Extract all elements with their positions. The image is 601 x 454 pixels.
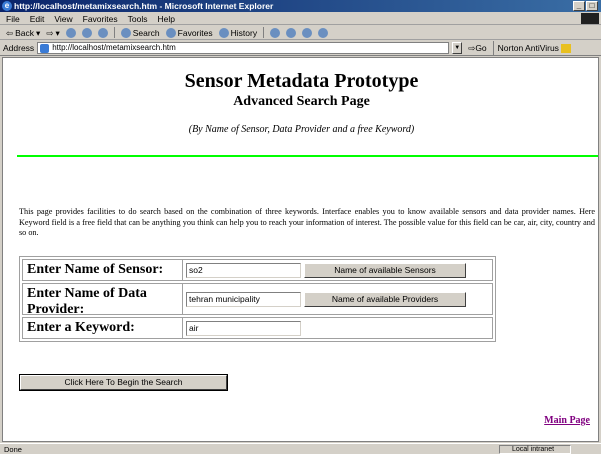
back-button[interactable]: ⇦ Back ▾ — [6, 26, 40, 40]
minimize-button[interactable]: _ — [573, 1, 585, 11]
back-label: Back — [15, 27, 35, 38]
back-arrow-icon: ⇦ — [6, 27, 14, 38]
address-bar: Address http://localhost/metamixsearch.h… — [0, 40, 601, 56]
sensor-row: Enter Name of Sensor: so2 Name of availa… — [22, 259, 493, 281]
refresh-icon[interactable] — [81, 27, 92, 38]
history-button[interactable]: History — [218, 26, 258, 40]
favorites-icon — [165, 27, 176, 38]
menu-favorites[interactable]: Favorites — [83, 13, 118, 24]
security-zone: Local intranet — [499, 445, 571, 454]
search-button[interactable]: Search — [120, 26, 160, 40]
favorites-button[interactable]: Favorites — [165, 26, 213, 40]
provider-input[interactable]: tehran municipality — [186, 291, 301, 307]
address-url: http://localhost/metamixsearch.htm — [52, 43, 176, 52]
norton-icon — [561, 43, 572, 53]
search-icon — [120, 27, 131, 38]
dropdown-icon: ▾ — [55, 27, 60, 38]
windows-logo-icon — [581, 13, 599, 24]
norton-label: Norton AntiVirus — [497, 42, 559, 53]
menu-bar: File Edit View Favorites Tools Help — [0, 13, 601, 25]
page-description: This page provides facilities to do sear… — [19, 207, 595, 237]
forward-button[interactable]: ⇨ ▾ — [46, 26, 59, 40]
go-label: Go — [475, 42, 487, 53]
menu-help[interactable]: Help — [157, 13, 174, 24]
forward-arrow-icon: ⇨ — [46, 27, 54, 38]
search-label: Search — [132, 27, 160, 38]
address-input[interactable]: http://localhost/metamixsearch.htm — [37, 42, 450, 54]
begin-search-button[interactable]: Click Here To Begin the Search — [19, 374, 228, 391]
history-icon — [218, 27, 229, 38]
dropdown-icon: ▾ — [36, 27, 41, 38]
status-bar: Done Local intranet — [0, 443, 601, 454]
history-label: History — [230, 27, 258, 38]
page-title: Sensor Metadata Prototype — [184, 70, 419, 92]
keyword-input[interactable]: air — [186, 320, 301, 336]
menu-tools[interactable]: Tools — [128, 13, 148, 24]
page-content: Sensor Metadata Prototype Advanced Searc… — [2, 57, 599, 442]
search-form-table: Enter Name of Sensor: so2 Name of availa… — [19, 256, 496, 342]
provider-label: Enter Name of Data Provider: — [23, 284, 183, 317]
address-dropdown[interactable]: ▼ — [452, 42, 463, 54]
mail-icon[interactable] — [270, 27, 281, 38]
divider — [17, 155, 598, 157]
home-icon[interactable] — [97, 27, 108, 38]
page-subtitle: Advanced Search Page — [233, 94, 370, 109]
window-title: http://localhost/metamixsearch.htm - Mic… — [14, 1, 274, 11]
page-icon — [40, 44, 50, 53]
sensor-label: Enter Name of Sensor: — [23, 260, 183, 280]
available-sensors-button[interactable]: Name of available Sensors — [304, 262, 466, 278]
address-label: Address — [3, 42, 35, 53]
toolbar-separator — [113, 27, 115, 38]
provider-row: Enter Name of Data Provider: tehran muni… — [22, 283, 493, 317]
favorites-label: Favorites — [177, 27, 213, 38]
keyword-label: Enter a Keyword: — [23, 318, 183, 338]
maximize-button[interactable]: □ — [586, 1, 598, 11]
internet-explorer-icon: e — [2, 1, 12, 11]
available-providers-button[interactable]: Name of available Providers — [304, 291, 466, 307]
toolbar: ⇦ Back ▾ ⇨ ▾ Search Favorites History — [0, 26, 601, 40]
print-icon[interactable] — [286, 27, 297, 38]
main-page-link[interactable]: Main Page — [544, 415, 590, 426]
sensor-input[interactable]: so2 — [186, 262, 301, 278]
edit-icon[interactable] — [302, 27, 313, 38]
menu-edit[interactable]: Edit — [30, 13, 45, 24]
norton-antivirus-button[interactable]: Norton AntiVirus — [492, 40, 572, 56]
keyword-row: Enter a Keyword: air — [22, 317, 493, 339]
toolbar-separator — [263, 27, 265, 38]
menu-view[interactable]: View — [54, 13, 72, 24]
status-text: Done — [4, 445, 22, 454]
go-button[interactable]: ⇨Go — [465, 41, 489, 56]
menu-file[interactable]: File — [6, 13, 20, 24]
discuss-icon[interactable] — [318, 27, 329, 38]
window-title-bar: e http://localhost/metamixsearch.htm - M… — [0, 0, 601, 12]
page-note: (By Name of Sensor, Data Provider and a … — [188, 124, 415, 135]
zone-label: Local intranet — [512, 446, 555, 453]
stop-icon[interactable] — [65, 27, 76, 38]
